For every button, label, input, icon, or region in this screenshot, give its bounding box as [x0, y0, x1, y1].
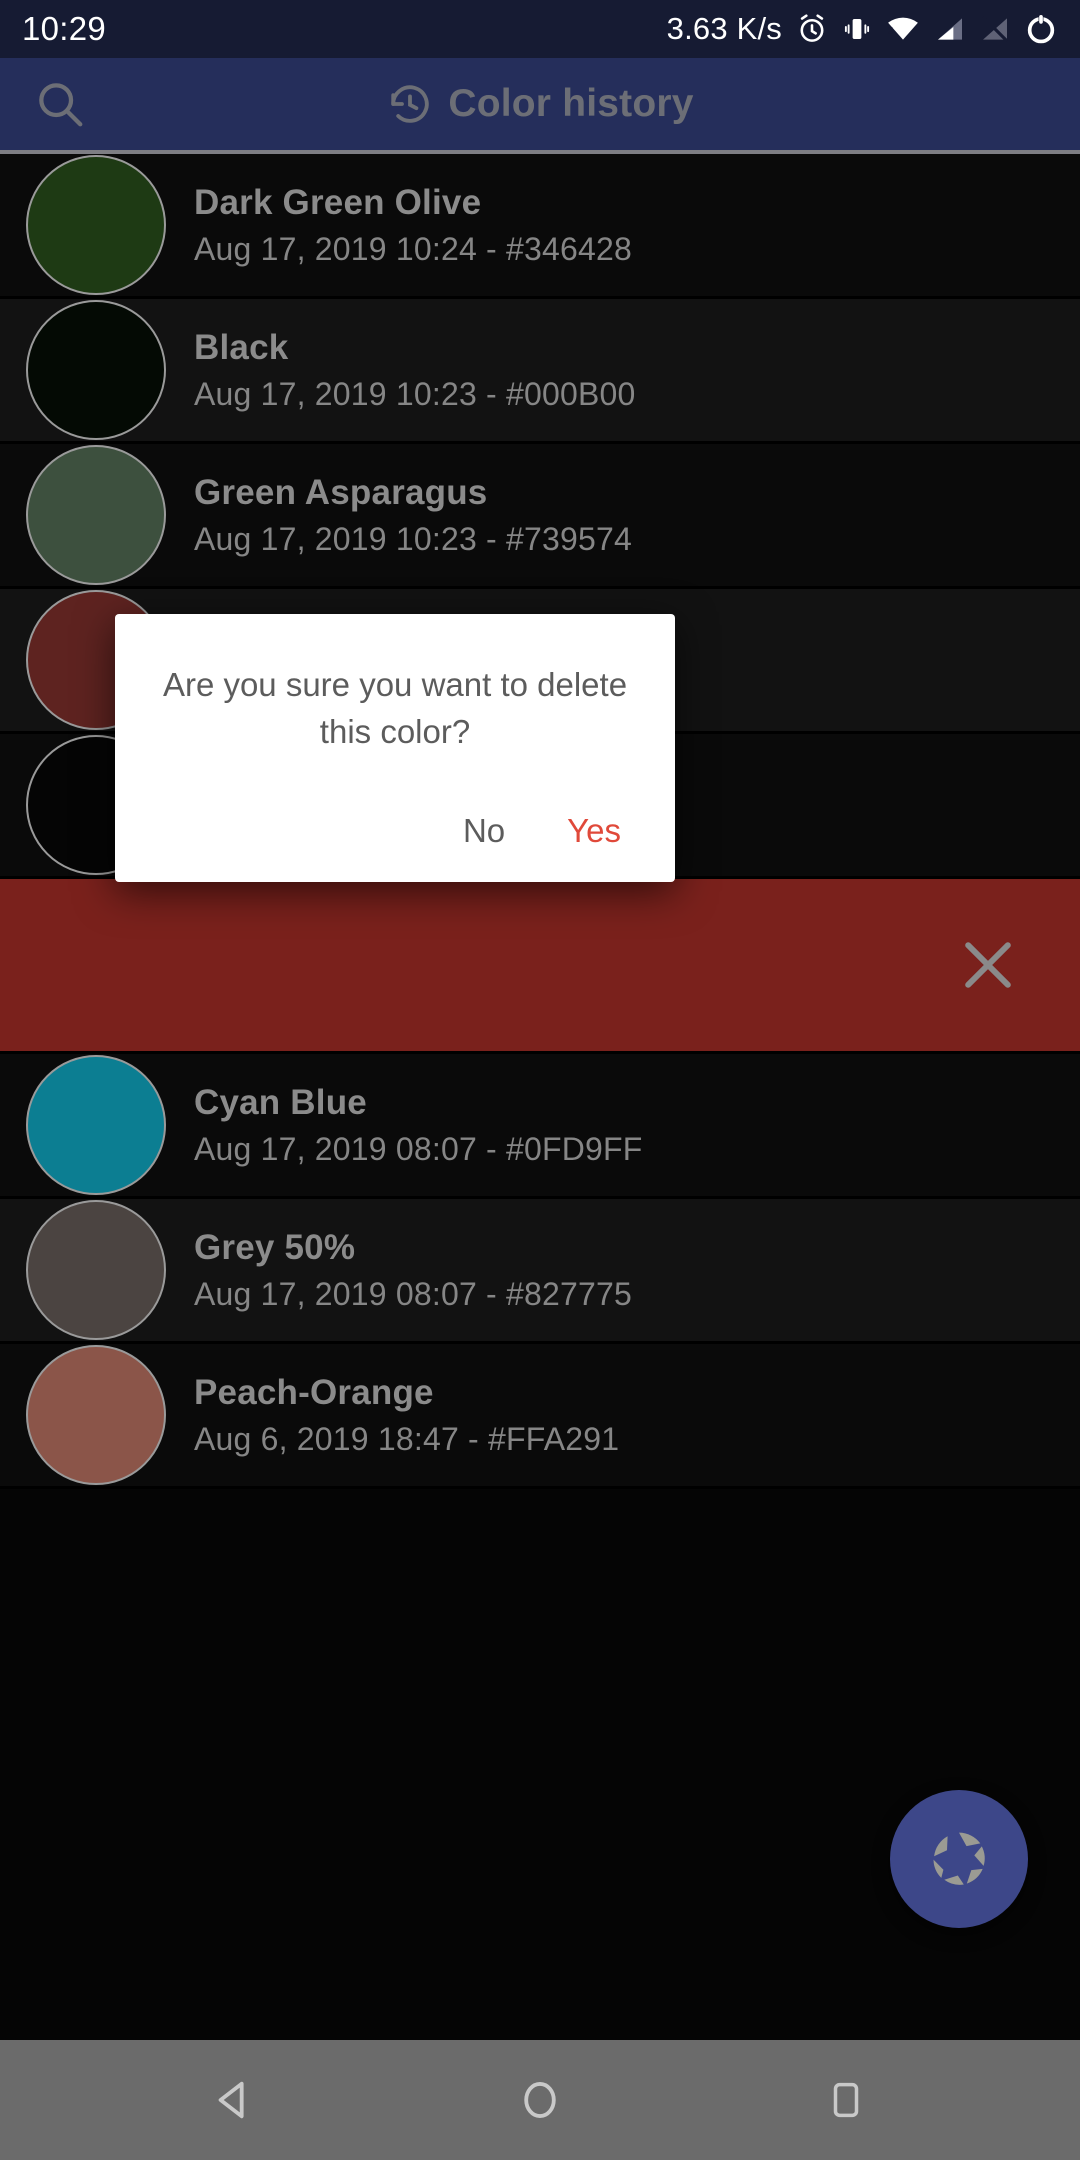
dialog-no-button[interactable]: No: [463, 812, 505, 850]
color-meta: Aug 17, 2019 08:07 - #0FD9FF: [194, 1130, 643, 1167]
list-item-text: Peach-Orange Aug 6, 2019 18:47 - #FFA291: [194, 1373, 619, 1458]
list-item[interactable]: Green Asparagus Aug 17, 2019 10:23 - #73…: [0, 444, 1080, 589]
list-item-text: Dark Green Olive Aug 17, 2019 10:24 - #3…: [194, 183, 632, 268]
color-name: Dark Green Olive: [194, 182, 482, 222]
color-name: Grey 50%: [194, 1227, 356, 1267]
camera-fab-button[interactable]: [890, 1790, 1028, 1928]
history-icon: [391, 85, 429, 123]
search-button[interactable]: [0, 77, 120, 131]
list-item-text: Black Aug 17, 2019 10:23 - #000B00: [194, 328, 636, 413]
app-bar-title-group: Color history: [0, 58, 1080, 150]
list-item[interactable]: Black Aug 17, 2019 10:23 - #000B00: [0, 299, 1080, 444]
color-name: Green Asparagus: [194, 472, 488, 512]
status-clock: 10:29: [22, 10, 107, 47]
network-speed: 3.63 K/s: [666, 11, 782, 46]
list-item[interactable]: Dark Green Olive Aug 17, 2019 10:24 - #3…: [0, 154, 1080, 299]
app-bar: Color history: [0, 58, 1080, 150]
delete-confirm-dialog: Are you sure you want to delete this col…: [115, 614, 675, 882]
color-swatch: [26, 1055, 166, 1195]
back-button[interactable]: [189, 2055, 279, 2145]
list-item-text: Cyan Blue Aug 17, 2019 08:07 - #0FD9FF: [194, 1083, 643, 1168]
close-icon[interactable]: [954, 931, 1022, 999]
color-swatch: [26, 445, 166, 585]
color-meta: Aug 17, 2019 10:23 - #000B00: [194, 375, 636, 412]
color-swatch: [26, 1345, 166, 1485]
list-item-text: Green Asparagus Aug 17, 2019 10:23 - #73…: [194, 473, 632, 558]
recents-square-icon: [833, 2082, 859, 2118]
status-icons: 3.63 K/s: [667, 11, 1058, 47]
dialog-actions: No Yes: [151, 812, 639, 860]
wifi-icon: [888, 17, 918, 40]
swipe-delete-row[interactable]: [0, 879, 1080, 1054]
list-item-text: Grey 50% Aug 17, 2019 08:07 - #827775: [194, 1228, 632, 1313]
back-triangle-icon: [218, 2081, 244, 2119]
color-swatch: [26, 155, 166, 295]
color-swatch: [26, 1200, 166, 1340]
signal-icon: [938, 18, 962, 40]
list-item[interactable]: Cyan Blue Aug 17, 2019 08:07 - #0FD9FF: [0, 1054, 1080, 1199]
color-meta: Aug 17, 2019 10:23 - #739574: [194, 520, 632, 557]
color-swatch: [26, 300, 166, 440]
phone-screen: 10:29 3.63 K/s Color history Dark Green …: [0, 0, 1080, 2160]
home-button[interactable]: [495, 2055, 585, 2145]
android-nav-bar: [0, 2040, 1080, 2160]
aperture-icon: [933, 1832, 985, 1885]
color-meta: Aug 17, 2019 08:07 - #827775: [194, 1275, 632, 1312]
color-meta: Aug 6, 2019 18:47 - #FFA291: [194, 1420, 620, 1457]
alarm-icon: [800, 14, 824, 42]
list-item[interactable]: Grey 50% Aug 17, 2019 08:07 - #827775: [0, 1199, 1080, 1344]
battery-icon: [1027, 13, 1055, 44]
status-bar: 10:29 3.63 K/s: [0, 0, 1080, 58]
no-sim-icon: [981, 15, 1009, 43]
dialog-message: Are you sure you want to delete this col…: [162, 666, 628, 750]
search-icon: [39, 83, 83, 127]
color-name: Black: [194, 327, 289, 367]
color-name: Peach-Orange: [194, 1372, 434, 1412]
page-title: Color history: [448, 82, 694, 125]
color-name: Cyan Blue: [194, 1082, 367, 1122]
dialog-yes-button[interactable]: Yes: [567, 812, 621, 850]
list-item[interactable]: Peach-Orange Aug 6, 2019 18:47 - #FFA291: [0, 1344, 1080, 1489]
vibrate-icon: [844, 19, 870, 39]
home-circle-icon: [524, 2081, 556, 2119]
color-meta: Aug 17, 2019 10:24 - #346428: [194, 230, 632, 267]
recents-button[interactable]: [801, 2055, 891, 2145]
